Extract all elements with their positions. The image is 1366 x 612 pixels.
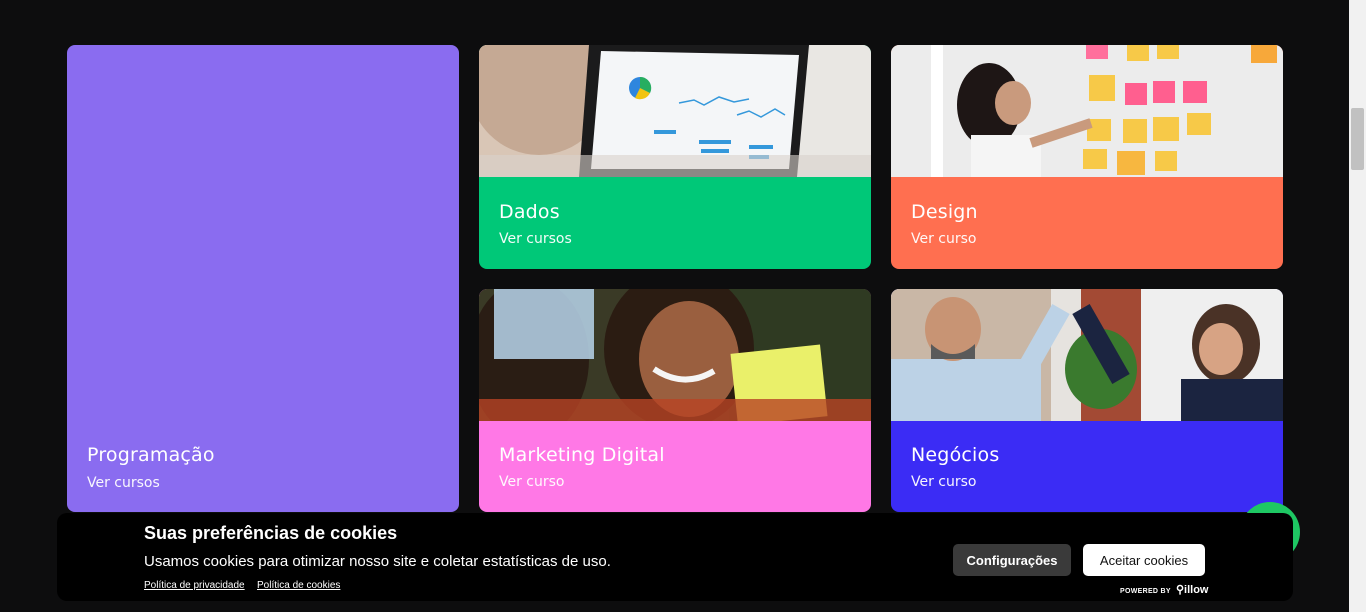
category-card-design[interactable]: Design Ver curso [891, 45, 1283, 269]
page: Programação Ver cursos Dados Ver cursos … [0, 0, 1349, 612]
card-title: Negócios [911, 444, 1000, 466]
category-card-dados[interactable]: Dados Ver cursos [479, 45, 871, 269]
card-link[interactable]: Ver curso [499, 474, 565, 490]
cookie-banner-title: Suas preferências de cookies [144, 523, 398, 543]
design-photo [891, 45, 1283, 177]
marketing-photo [479, 289, 871, 421]
scrollbar-thumb[interactable] [1351, 108, 1364, 170]
illow-logo: ⚲illow [1175, 584, 1209, 596]
section-title-fragment [540, 0, 710, 4]
card-link[interactable]: Ver curso [911, 231, 977, 247]
card-title: Programação [87, 444, 215, 466]
cookie-banner-text: Usamos cookies para otimizar nosso site … [144, 553, 611, 570]
card-title: Marketing Digital [499, 444, 665, 466]
negocios-photo [891, 289, 1283, 421]
cookie-settings-button[interactable]: Configurações [953, 544, 1071, 576]
category-card-negocios[interactable]: Negócios Ver curso [891, 289, 1283, 512]
category-card-programacao[interactable]: Programação Ver cursos [67, 45, 459, 512]
dados-photo [479, 45, 871, 177]
card-title: Dados [499, 201, 560, 223]
card-link[interactable]: Ver cursos [499, 231, 572, 247]
card-link[interactable]: Ver curso [911, 474, 977, 490]
cookie-banner: Suas preferências de cookies Usamos cook… [57, 513, 1293, 601]
powered-by: POWERED BY ⚲illow [1120, 583, 1208, 596]
accept-cookies-button[interactable]: Aceitar cookies [1083, 544, 1205, 576]
card-title: Design [911, 201, 978, 223]
category-card-marketing-digital[interactable]: Marketing Digital Ver curso [479, 289, 871, 512]
card-link[interactable]: Ver cursos [87, 475, 160, 491]
illow-brand-text: illow [1184, 584, 1209, 596]
powered-by-label: POWERED BY [1120, 588, 1171, 595]
cookie-policy-link[interactable]: Política de cookies [257, 580, 340, 591]
scrollbar-track[interactable] [1349, 0, 1366, 612]
privacy-policy-link[interactable]: Política de privacidade [144, 580, 245, 591]
